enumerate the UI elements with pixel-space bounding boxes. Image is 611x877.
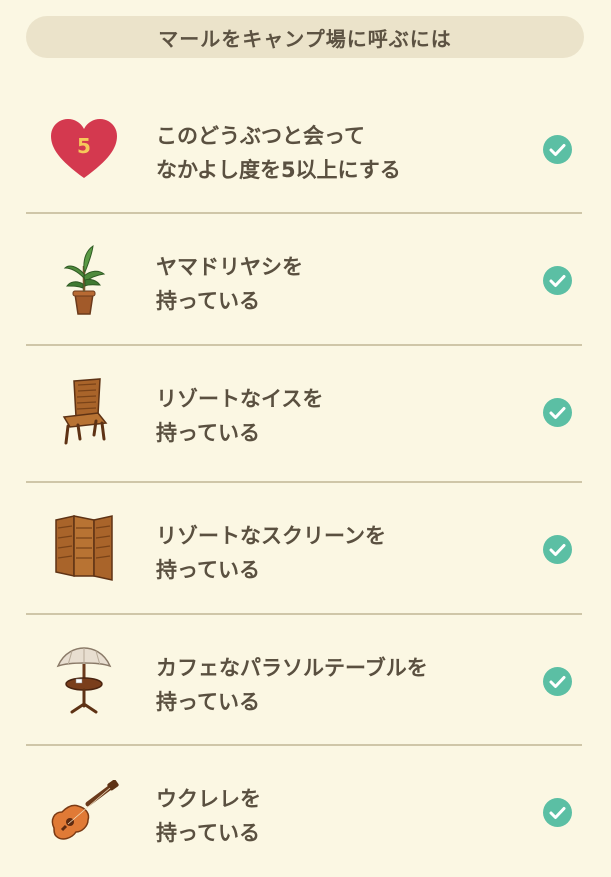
condition-line-2: 持っている	[156, 289, 260, 313]
resort-screen-icon	[46, 513, 122, 585]
condition-list: 5 このどうぶつと会って なかよし度を5以上にする ヤマドリヤシを 持っている …	[26, 83, 582, 877]
condition-line-2: 持っている	[156, 821, 260, 845]
condition-text: ウクレレを 持っている	[156, 782, 496, 850]
heart-icon: 5	[46, 113, 122, 185]
potted-palm-icon	[46, 244, 122, 316]
condition-text: リゾートなイスを 持っている	[156, 382, 496, 450]
check-icon	[543, 135, 572, 164]
condition-text: カフェなパラソルテーブルを 持っている	[156, 651, 496, 719]
heart-number: 5	[77, 134, 91, 158]
check-icon	[543, 266, 572, 295]
condition-line-2: 持っている	[156, 690, 260, 714]
condition-row-ukulele: ウクレレを 持っている	[26, 746, 582, 877]
ukulele-icon	[46, 776, 122, 848]
check-icon	[543, 798, 572, 827]
condition-row-parasol: カフェなパラソルテーブルを 持っている	[26, 615, 582, 746]
condition-line-1: リゾートなイスを	[156, 387, 324, 411]
condition-row-chair: リゾートなイスを 持っている	[26, 346, 582, 483]
condition-text: リゾートなスクリーンを 持っている	[156, 519, 496, 587]
condition-line-1: ヤマドリヤシを	[156, 255, 303, 279]
parasol-table-icon	[46, 645, 122, 717]
condition-line-1: リゾートなスクリーンを	[156, 524, 386, 548]
check-icon	[543, 667, 572, 696]
condition-line-2: 持っている	[156, 558, 260, 582]
condition-text: ヤマドリヤシを 持っている	[156, 250, 496, 318]
condition-line-2: 持っている	[156, 421, 260, 445]
resort-chair-icon	[46, 376, 122, 448]
condition-text: このどうぶつと会って なかよし度を5以上にする	[156, 119, 496, 187]
condition-line-2: なかよし度を5以上にする	[156, 158, 401, 182]
condition-line-1: このどうぶつと会って	[156, 124, 365, 148]
condition-row-palm: ヤマドリヤシを 持っている	[26, 214, 582, 346]
condition-line-1: カフェなパラソルテーブルを	[156, 656, 428, 680]
check-icon	[543, 398, 572, 427]
page-title: マールをキャンプ場に呼ぶには	[158, 26, 452, 51]
condition-row-screen: リゾートなスクリーンを 持っている	[26, 483, 582, 615]
condition-line-1: ウクレレを	[156, 787, 261, 811]
page-header: マールをキャンプ場に呼ぶには	[26, 16, 584, 58]
check-icon	[543, 535, 572, 564]
condition-row-friendship: 5 このどうぶつと会って なかよし度を5以上にする	[26, 83, 582, 214]
